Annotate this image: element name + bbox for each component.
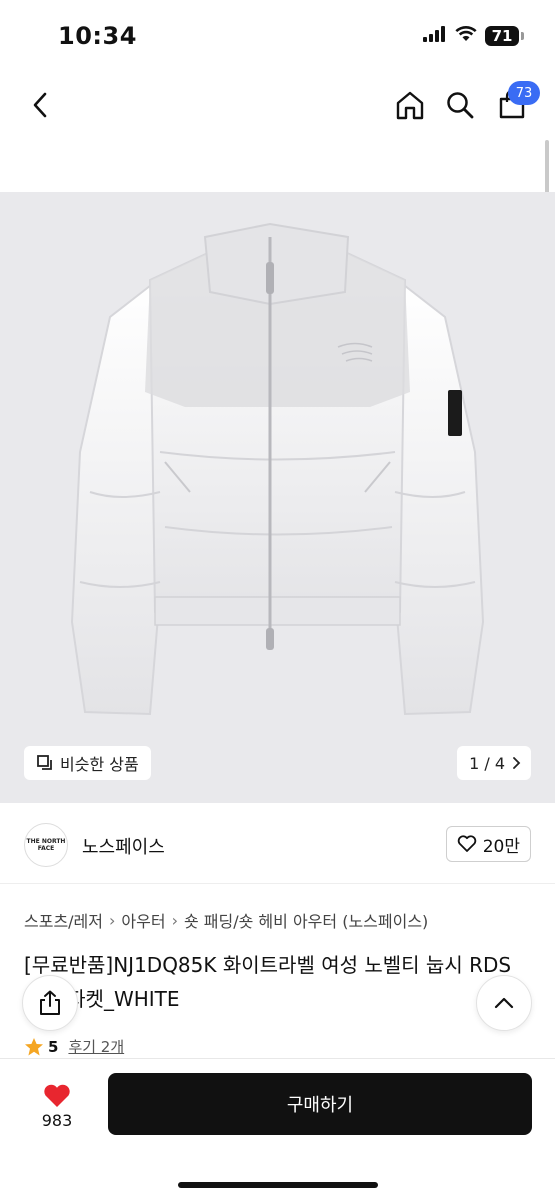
chevron-right-icon: › (171, 910, 178, 930)
heart-filled-icon (44, 1084, 70, 1107)
image-page-indicator[interactable]: 1 / 4 (457, 746, 531, 780)
buy-button[interactable]: 구매하기 (108, 1073, 532, 1135)
status-icons: 71 (423, 26, 524, 46)
similar-icon (37, 755, 52, 770)
review-count-link[interactable]: 후기 2개 (68, 1036, 124, 1057)
search-icon (447, 92, 474, 119)
heart-outline-icon (457, 835, 476, 852)
signal-icon (423, 26, 447, 46)
home-indicator (178, 1182, 378, 1188)
chevron-up-icon (494, 997, 514, 1009)
scroll-top-button[interactable] (476, 975, 532, 1031)
product-image[interactable]: 비슷한 상품 1 / 4 (0, 192, 555, 803)
rating-row[interactable]: 5 후기 2개 (24, 1036, 124, 1057)
bottom-action-bar: 983 구매하기 (0, 1058, 555, 1200)
brand-row[interactable]: THE NORTH FACE 노스페이스 20만 (0, 803, 555, 883)
rating-value: 5 (48, 1037, 59, 1056)
jacket-image (70, 222, 485, 716)
similar-products-label: 비슷한 상품 (60, 755, 139, 774)
home-button[interactable] (388, 83, 432, 127)
image-page-text: 1 / 4 (469, 753, 505, 773)
wishlist-count: 983 (41, 1110, 73, 1130)
breadcrumb-item[interactable]: 숏 패딩/숏 헤비 아우터 (노스페이스) (184, 908, 428, 932)
wishlist-button[interactable]: 983 (24, 1073, 90, 1139)
similar-products-button[interactable]: 비슷한 상품 (24, 746, 151, 780)
back-button[interactable] (18, 83, 62, 127)
star-icon (25, 1037, 43, 1055)
brand-like-button[interactable]: 20만 (445, 826, 531, 862)
chevron-right-icon: › (109, 910, 116, 930)
breadcrumb-item[interactable]: 스포츠/레저 (24, 908, 103, 932)
product-title: [무료반품]NJ1DQ85K 화이트라벨 여성 노벨티 눕시 RDS 다운 자켓… (24, 953, 512, 1011)
cart-count-badge: 73 (508, 81, 540, 105)
breadcrumb: 스포츠/레저 › 아우터 › 숏 패딩/숏 헤비 아우터 (노스페이스) (24, 908, 428, 932)
cart-button[interactable]: 73 (490, 81, 540, 127)
breadcrumb-item[interactable]: 아우터 (121, 908, 165, 932)
home-icon (396, 91, 424, 120)
share-button[interactable] (22, 975, 78, 1031)
share-icon (40, 990, 60, 1015)
search-button[interactable] (438, 83, 482, 127)
status-bar: 10:34 71 (0, 0, 555, 75)
section-divider (0, 883, 555, 884)
brand-name[interactable]: 노스페이스 (82, 833, 165, 859)
wifi-icon (455, 26, 477, 46)
chevron-right-icon (513, 757, 521, 769)
brand-like-count: 20만 (482, 836, 520, 857)
brand-logo[interactable]: THE NORTH FACE (24, 823, 68, 867)
top-nav: 73 (0, 75, 555, 135)
battery-icon: 71 (485, 26, 524, 46)
status-time: 10:34 (58, 22, 137, 50)
back-arrow-icon (33, 92, 47, 118)
